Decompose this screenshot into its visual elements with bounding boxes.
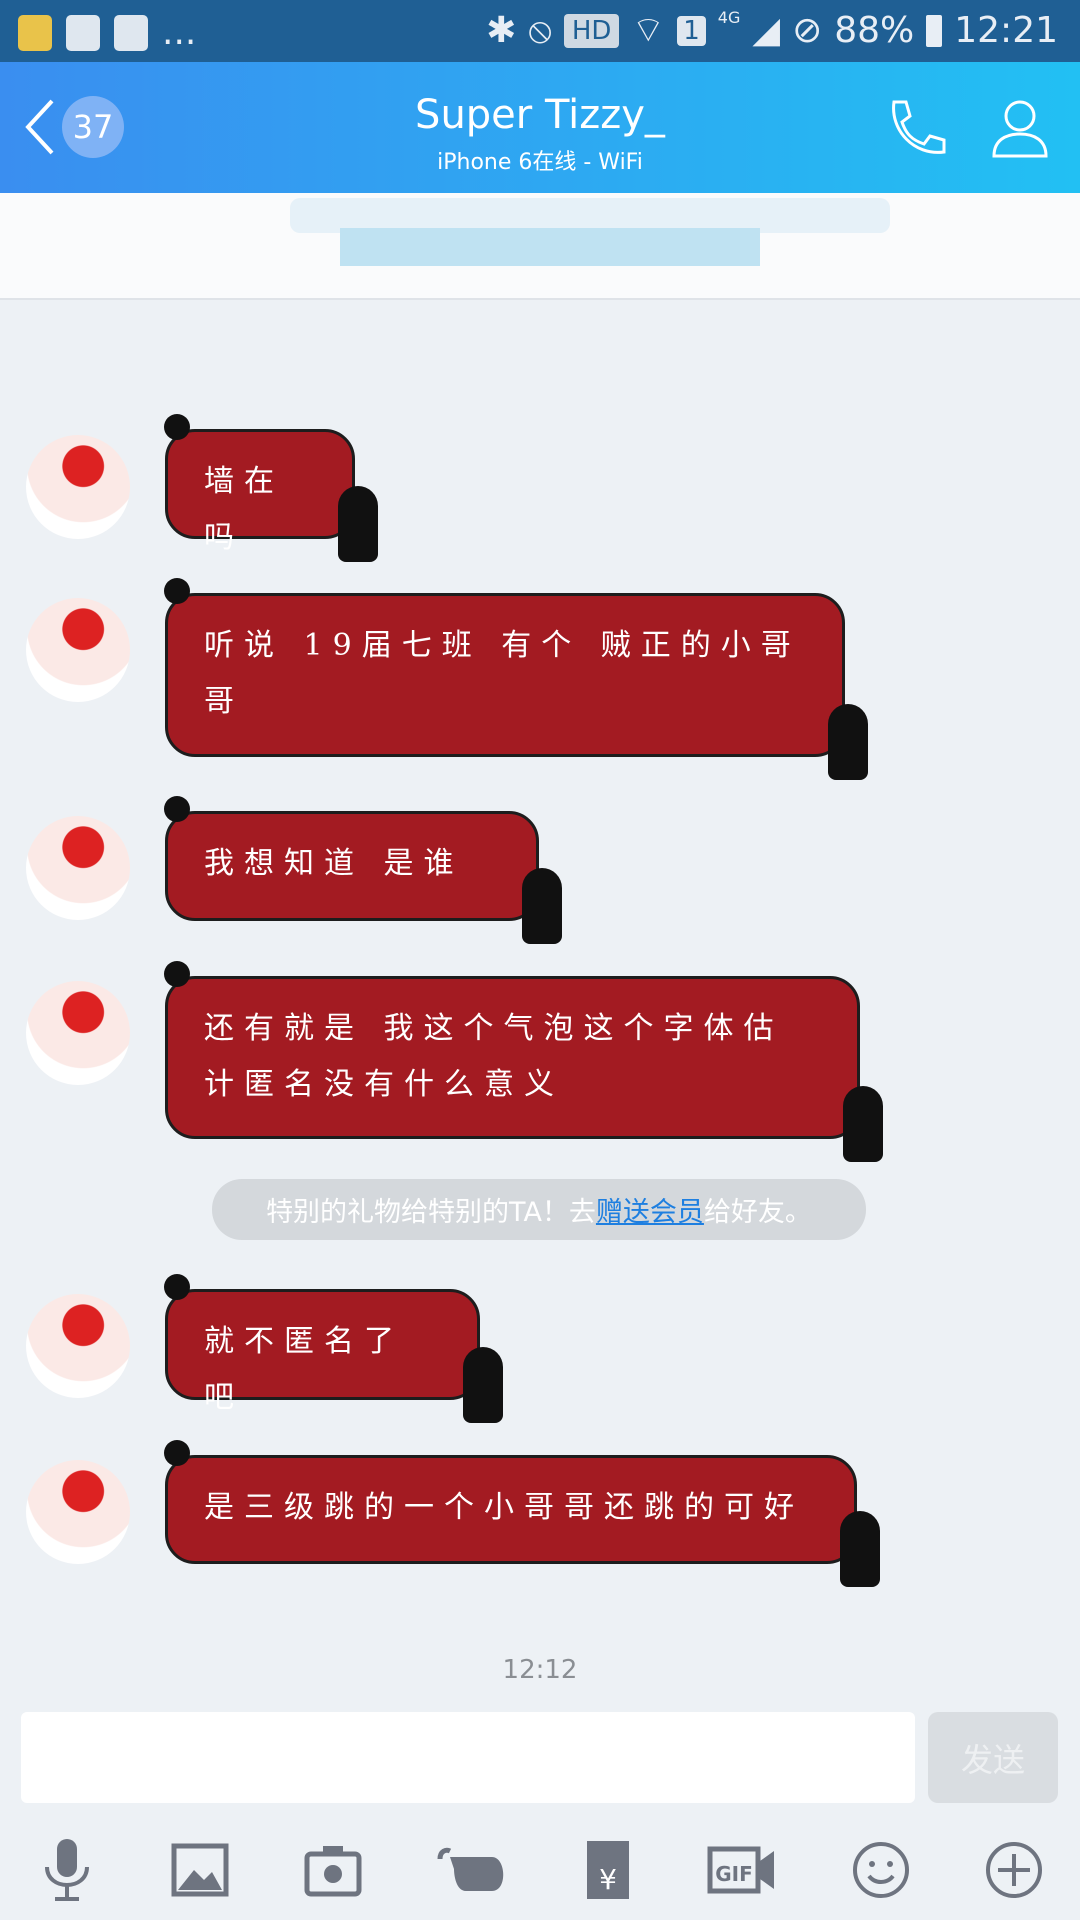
girl-decoration-icon: [522, 868, 562, 944]
network-type: 4G: [717, 8, 741, 27]
message-text: 还有就是 我这个气泡这个字体估计匿名没有什么意义: [204, 1011, 784, 1102]
emoji-icon[interactable]: [851, 1840, 911, 1900]
girl-decoration-icon: [463, 1347, 503, 1423]
cat-decoration-icon: [164, 961, 190, 987]
message-bubble[interactable]: 墙在吗: [164, 414, 378, 562]
message-bubble[interactable]: 是三级跳的一个小哥哥还跳的可好: [164, 1440, 880, 1587]
svg-text:GIF: GIF: [715, 1862, 753, 1886]
notice-text: 给好友。: [703, 1197, 812, 1228]
input-toolbar: ¥ GIF: [0, 1835, 1080, 1905]
storage-icon: [66, 14, 100, 51]
more-notifications: ...: [162, 12, 197, 53]
dnd-icon: ⊘: [792, 10, 823, 51]
message-bubble[interactable]: 就不匿名了吧: [164, 1274, 503, 1423]
timestamp: 12:12: [502, 1655, 578, 1685]
plus-icon[interactable]: [984, 1840, 1044, 1900]
girl-decoration-icon: [843, 1086, 883, 1162]
message-text: 就不匿名了吧: [204, 1324, 404, 1415]
cat-decoration-icon: [164, 1440, 190, 1466]
message-text: 墙在吗: [204, 464, 284, 555]
system-notice: 特别的礼物给特别的TA！去 赠送会员 给好友。: [212, 1179, 866, 1240]
clock: 12:21: [954, 10, 1058, 51]
qzone-icon: [18, 14, 52, 51]
avatar[interactable]: [26, 981, 130, 1085]
cat-decoration-icon: [164, 796, 190, 822]
profile-icon[interactable]: [990, 96, 1050, 160]
send-button[interactable]: 发送: [928, 1712, 1058, 1803]
cat-decoration-icon: [164, 578, 190, 604]
girl-decoration-icon: [840, 1511, 880, 1587]
battery-icon: [926, 14, 943, 47]
svg-text:¥: ¥: [599, 1863, 617, 1896]
red-packet-icon[interactable]: ¥: [583, 1837, 633, 1903]
avatar[interactable]: [26, 598, 130, 702]
gift-membership-link[interactable]: 赠送会员: [596, 1190, 704, 1229]
microphone-icon[interactable]: [37, 1835, 97, 1905]
message-input[interactable]: [21, 1712, 915, 1803]
avatar[interactable]: [26, 435, 130, 539]
camera-icon[interactable]: [303, 1840, 363, 1900]
status-bar: ... ✱ ⦸ HD ⌔ 1 4G ◢ ⊘ 88% 12:21: [0, 0, 1080, 62]
message-text: 听说 19届七班 有个 贼正的小哥哥: [204, 628, 801, 719]
battery-percent: 88%: [834, 10, 915, 51]
avatar[interactable]: [26, 1294, 130, 1398]
wifi-icon: ⌔: [631, 10, 666, 51]
gallery-icon: [114, 14, 148, 51]
chat-header: 37 Super Tizzy_ iPhone 6在线 - WiFi: [0, 62, 1080, 193]
notice-text: 特别的礼物给特别的TA！去: [266, 1197, 596, 1228]
message-bubble[interactable]: 还有就是 我这个气泡这个字体估计匿名没有什么意义: [164, 961, 883, 1162]
gif-icon[interactable]: GIF: [706, 1843, 778, 1897]
avatar[interactable]: [26, 816, 130, 920]
cat-decoration-icon: [164, 1274, 190, 1300]
poke-icon[interactable]: [436, 1845, 510, 1895]
signal-icon: ◢: [752, 10, 781, 51]
girl-decoration-icon: [828, 704, 868, 780]
girl-decoration-icon: [338, 486, 378, 562]
hd-badge: HD: [563, 13, 620, 48]
bluetooth-icon: ✱: [486, 10, 517, 51]
cat-decoration-icon: [164, 414, 190, 440]
phone-icon[interactable]: [884, 96, 948, 160]
blurred-region: [340, 228, 760, 266]
avatar[interactable]: [26, 1460, 130, 1564]
image-icon[interactable]: [170, 1840, 230, 1900]
message-bubble[interactable]: 我想知道 是谁: [164, 796, 562, 944]
message-bubble[interactable]: 听说 19届七班 有个 贼正的小哥哥: [164, 578, 868, 780]
message-text: 我想知道 是谁: [204, 846, 464, 881]
vibrate-icon: ⦸: [528, 9, 552, 51]
sim-icon: 1: [677, 15, 706, 46]
blurred-banner: [0, 193, 1080, 300]
message-text: 是三级跳的一个小哥哥还跳的可好: [204, 1490, 804, 1525]
